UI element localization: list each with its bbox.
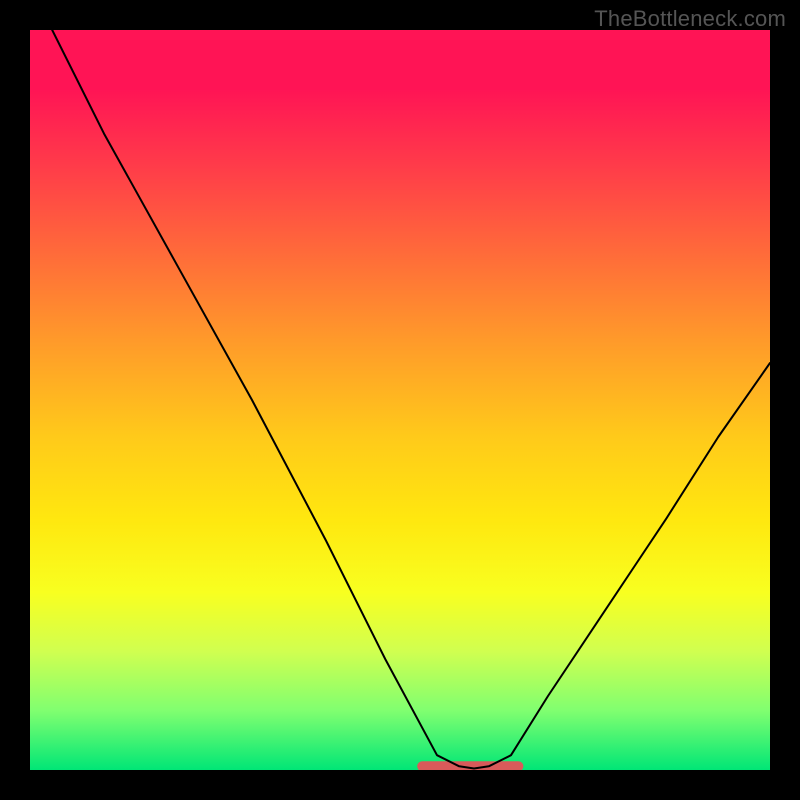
bottleneck-curve: [52, 30, 770, 769]
plot-area: [30, 30, 770, 770]
curve-layer: [30, 30, 770, 770]
chart-frame: TheBottleneck.com: [0, 0, 800, 800]
watermark-text: TheBottleneck.com: [594, 6, 786, 32]
